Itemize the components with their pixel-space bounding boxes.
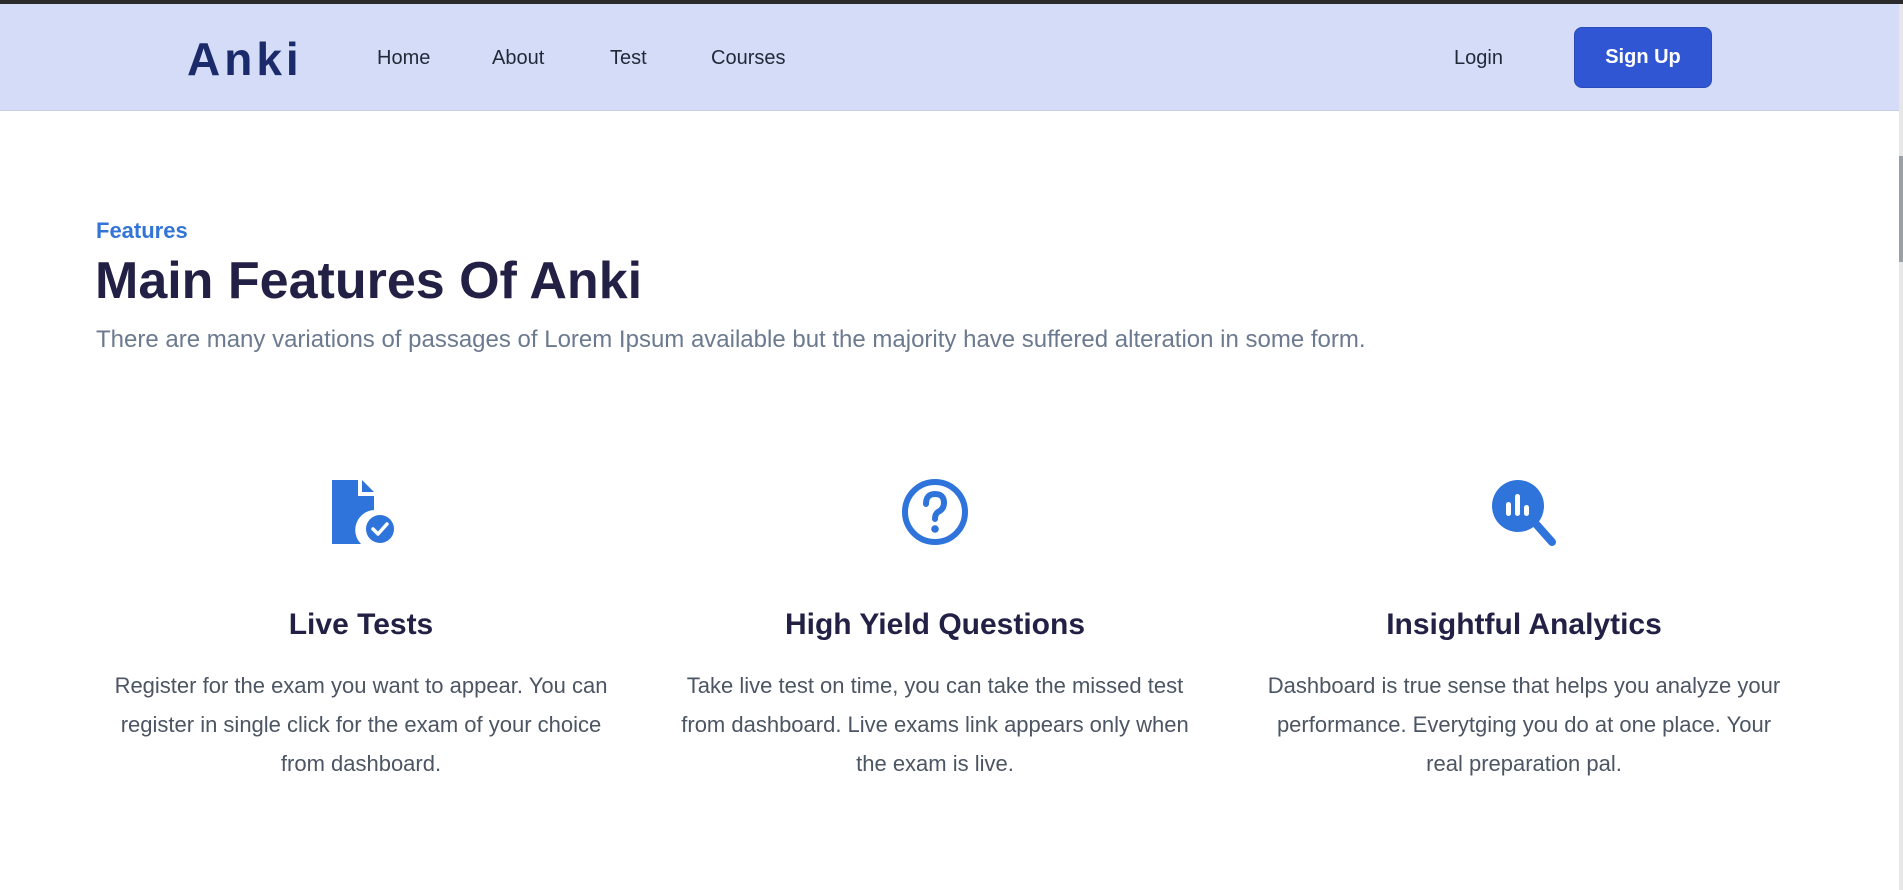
vertical-scrollbar[interactable] — [1899, 4, 1903, 890]
feature-description: Register for the exam you want to appear… — [114, 673, 608, 776]
navbar: Anki Home About Test Courses Login Sign … — [0, 4, 1899, 111]
nav-link-about[interactable]: About — [492, 47, 544, 70]
document-check-icon — [332, 480, 397, 546]
feature-card-high-yield-questions: High Yield Questions Take live test on t… — [655, 472, 1215, 783]
signup-button[interactable]: Sign Up — [1574, 27, 1712, 88]
feature-card-live-tests: Live Tests Register for the exam you wan… — [81, 472, 641, 783]
question-circle-icon — [902, 479, 968, 545]
scrollbar-thumb[interactable] — [1899, 156, 1903, 262]
section-subtitle: There are many variations of passages of… — [96, 326, 1366, 353]
brand-logo[interactable]: Anki — [187, 32, 303, 86]
feature-description: Dashboard is true sense that helps you a… — [1267, 673, 1781, 776]
section-title: Main Features Of Anki — [95, 252, 643, 310]
nav-link-test[interactable]: Test — [610, 47, 647, 70]
feature-title: Insightful Analytics — [1386, 608, 1662, 641]
page: Anki Home About Test Courses Login Sign … — [0, 4, 1899, 890]
feature-card-insightful-analytics: Insightful Analytics Dashboard is true s… — [1244, 472, 1804, 783]
feature-title: Live Tests — [288, 608, 434, 641]
nav-link-home[interactable]: Home — [377, 47, 430, 70]
section-eyebrow: Features — [96, 218, 188, 243]
feature-title: High Yield Questions — [784, 608, 1086, 641]
analytics-search-icon — [1492, 480, 1556, 546]
feature-description: Take live test on time, you can take the… — [681, 673, 1189, 776]
login-link[interactable]: Login — [1454, 47, 1503, 70]
nav-link-courses[interactable]: Courses — [711, 47, 785, 70]
